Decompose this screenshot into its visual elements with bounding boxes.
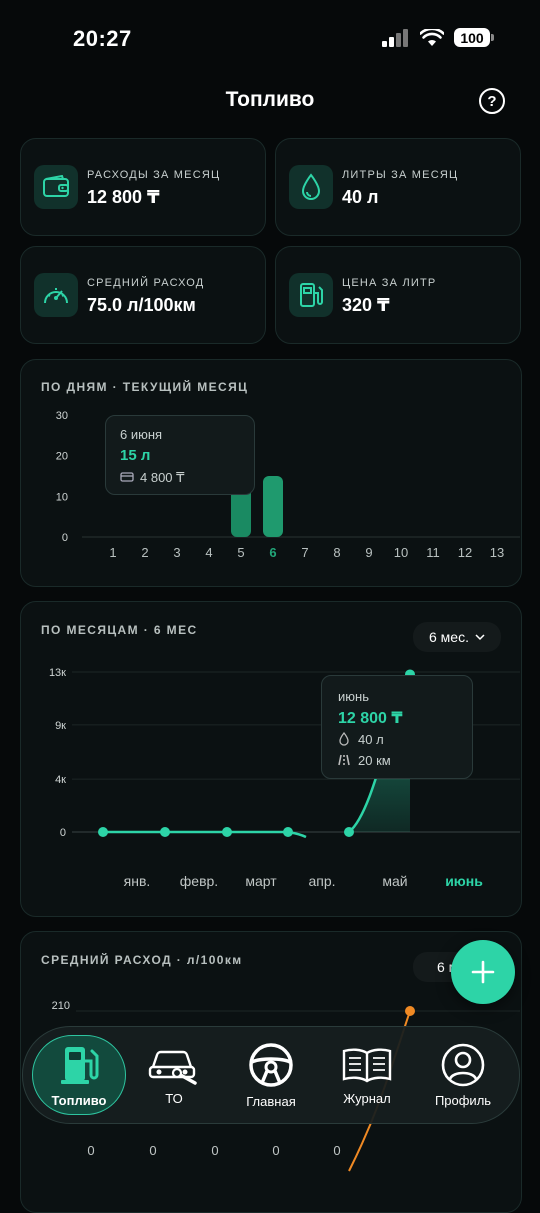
nav-label: Профиль — [434, 1092, 492, 1108]
nav-item-service[interactable]: ТО — [128, 1027, 220, 1123]
daily-bar-chart: 30 20 10 0 1 2 3 4 5 6 7 8 9 10 11 12 13 — [20, 359, 520, 585]
status-icons: 100 — [382, 28, 494, 47]
stat-value: 40 л — [342, 187, 379, 207]
data-point[interactable] — [405, 1006, 415, 1016]
tooltip-cost: 12 800 ₸ — [338, 710, 403, 727]
fuel-pump-icon — [289, 273, 333, 317]
x-tick-label: 2 — [141, 545, 148, 560]
stat-card-avg-consumption[interactable]: СРЕДНИЙ РАСХОД 75.0 л/100км — [20, 246, 266, 344]
data-point[interactable] — [283, 827, 293, 837]
x-tick-label: 8 — [333, 545, 340, 560]
line-series — [103, 830, 307, 839]
tooltip-distance: 20 км — [358, 753, 391, 768]
data-point[interactable] — [344, 827, 354, 837]
daily-tooltip: 6 июня 15 л 4 800 ₸ — [105, 415, 255, 495]
y-tick-label: 10 — [56, 491, 68, 503]
nav-label: Главная — [246, 1093, 296, 1109]
stat-label: СРЕДНИЙ РАСХОД — [87, 277, 205, 289]
bottom-navigation: Топливо ТО Главная Журнал Профиль — [22, 1026, 520, 1124]
droplet-icon — [289, 165, 333, 209]
plus-icon — [471, 960, 495, 984]
x-tick-label: 11 — [426, 545, 440, 560]
x-tick-label: 5 — [237, 545, 244, 560]
stat-label: РАСХОДЫ ЗА МЕСЯЦ — [87, 169, 221, 181]
tooltip-liters: 40 л — [358, 732, 384, 747]
y-tick-label: 30 — [56, 410, 68, 422]
x-tick-label: 6 — [269, 545, 276, 560]
stat-label: ЦЕНА ЗА ЛИТР — [342, 277, 437, 289]
car-wrench-icon — [148, 1050, 197, 1085]
x-tick-label: 12 — [458, 545, 472, 560]
x-tick-label: 7 — [301, 545, 308, 560]
y-tick-label: 20 — [56, 451, 68, 463]
nav-label: ТО — [165, 1090, 183, 1106]
card-icon — [120, 472, 134, 482]
bar[interactable] — [263, 476, 283, 537]
x-tick-label: апр. — [308, 873, 335, 889]
x-tick-label: 10 — [394, 545, 408, 560]
stat-value: 320 ₸ — [342, 295, 390, 315]
y-tick-label: 13к — [49, 667, 66, 679]
y-tick-label: 0 — [60, 827, 66, 839]
book-icon — [342, 1047, 392, 1082]
stat-card-monthly-liters[interactable]: ЛИТРЫ ЗА МЕСЯЦ 40 л — [275, 138, 521, 236]
question-circle-icon[interactable]: ? — [479, 88, 505, 114]
x-tick-label: 3 — [173, 545, 180, 560]
steering-wheel-icon — [249, 1042, 293, 1087]
stat-value: 75.0 л/100км — [87, 295, 196, 315]
x-tick-label: февр. — [180, 873, 218, 889]
stat-value: 12 800 ₸ — [87, 187, 160, 207]
x-tick-label: 4 — [205, 545, 212, 560]
data-point[interactable] — [98, 827, 108, 837]
data-label: 0 — [87, 1143, 94, 1158]
monthly-tooltip: июнь 12 800 ₸ 40 л 20 км — [321, 675, 473, 779]
battery-indicator: 100 — [454, 28, 494, 47]
data-label: 0 — [211, 1143, 218, 1158]
y-tick-label: 0 — [62, 532, 68, 544]
road-icon — [338, 754, 350, 766]
stat-card-monthly-expenses[interactable]: РАСХОДЫ ЗА МЕСЯЦ 12 800 ₸ — [20, 138, 266, 236]
y-tick-label: 210 — [52, 1000, 70, 1012]
nav-label: Журнал — [343, 1090, 391, 1106]
nav-item-fuel[interactable]: Топливо — [32, 1035, 126, 1115]
data-label: 0 — [272, 1143, 279, 1158]
x-tick-label: май — [382, 873, 407, 889]
x-tick-label: июнь — [445, 873, 483, 889]
speedometer-icon — [34, 273, 78, 317]
x-tick-label: янв. — [124, 873, 151, 889]
x-tick-label: 13 — [490, 545, 504, 560]
wallet-icon — [34, 165, 78, 209]
nav-item-profile[interactable]: Профиль — [417, 1027, 509, 1123]
nav-item-home[interactable]: Главная — [225, 1027, 317, 1123]
tooltip-liters: 15 л — [120, 447, 151, 464]
droplet-icon — [339, 732, 349, 746]
nav-item-journal[interactable]: Журнал — [321, 1027, 413, 1123]
data-label: 0 — [149, 1143, 156, 1158]
stat-card-price-per-liter[interactable]: ЦЕНА ЗА ЛИТР 320 ₸ — [275, 246, 521, 344]
status-time: 20:27 — [73, 26, 132, 51]
tooltip-month: июнь — [338, 689, 369, 704]
stat-label: ЛИТРЫ ЗА МЕСЯЦ — [342, 169, 459, 181]
add-refuel-button[interactable] — [451, 940, 515, 1004]
nav-label: Топливо — [51, 1092, 107, 1108]
y-tick-label: 4к — [55, 774, 66, 786]
wifi-icon — [420, 28, 444, 46]
x-tick-label: март — [245, 873, 277, 889]
tooltip-date: 6 июня — [120, 427, 163, 442]
tooltip-cost: 4 800 ₸ — [140, 470, 185, 485]
data-label: 0 — [333, 1143, 340, 1158]
cellular-signal-icon — [382, 28, 408, 47]
x-tick-label: 9 — [365, 545, 372, 560]
page-title: Топливо — [225, 88, 315, 111]
data-point[interactable] — [160, 827, 170, 837]
x-tick-label: 1 — [109, 545, 116, 560]
user-icon — [441, 1043, 485, 1086]
data-point[interactable] — [222, 827, 232, 837]
fuel-pump-icon — [61, 1046, 99, 1084]
y-tick-label: 9к — [55, 720, 66, 732]
